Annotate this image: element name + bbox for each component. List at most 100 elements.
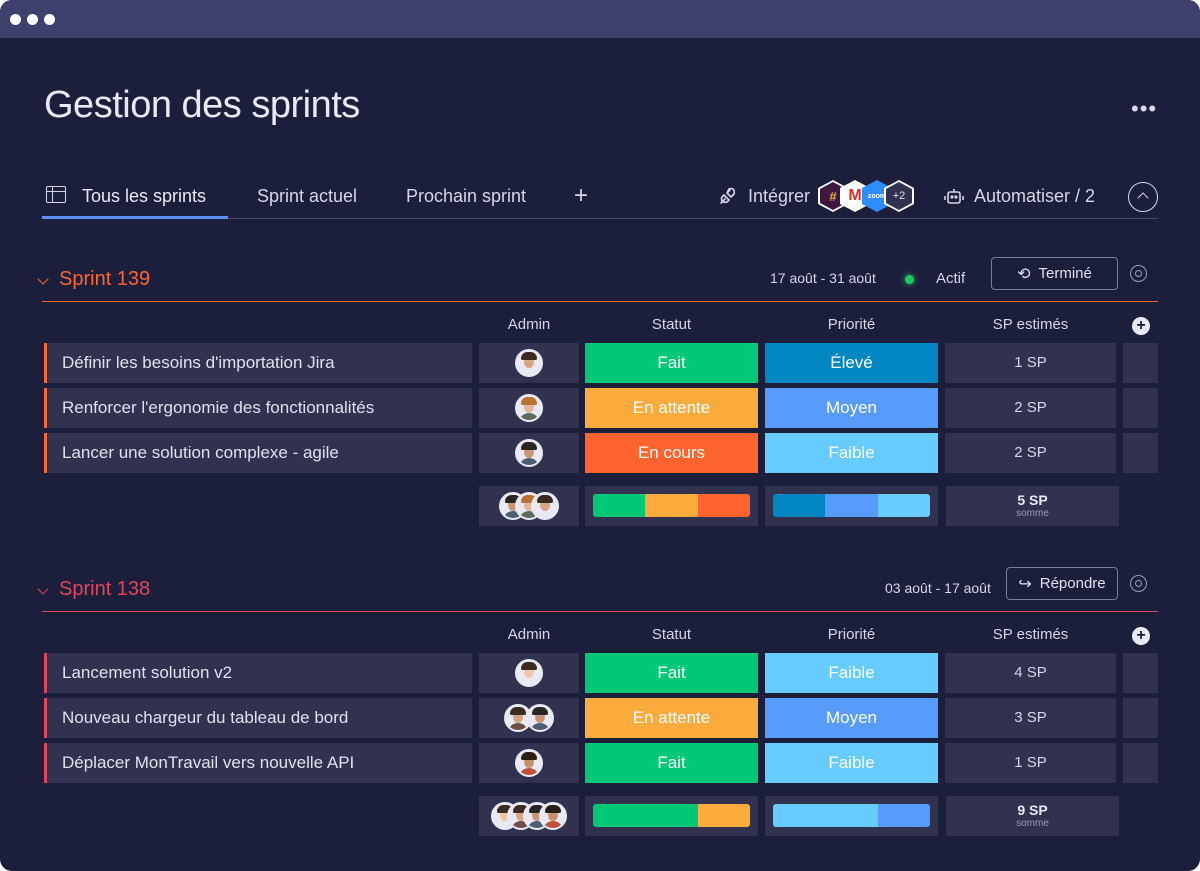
avatar-shirt <box>535 511 555 518</box>
active-tab-indicator <box>42 216 228 219</box>
avatar-hair <box>521 752 537 760</box>
avatar <box>515 659 543 687</box>
avatar-hair <box>521 397 537 405</box>
extra-cell[interactable] <box>1123 343 1158 383</box>
avatar <box>526 704 554 732</box>
item-name[interactable]: Lancer une solution complexe - agile <box>44 433 472 473</box>
gear-icon[interactable] <box>1130 265 1147 282</box>
window-dot-icon[interactable] <box>27 13 38 25</box>
avatar <box>515 749 543 777</box>
window-dot-icon[interactable] <box>44 13 55 25</box>
group-color-bar <box>44 343 47 383</box>
group-header: Sprint 138 03 août - 17 août ↪ Répondre <box>36 567 1158 616</box>
add-column-icon[interactable]: + <box>1132 627 1150 645</box>
sp-cell[interactable]: 3 SP <box>945 698 1116 738</box>
automate-button[interactable]: Automatiser / 2 <box>974 186 1095 207</box>
avatar-shirt <box>530 723 550 730</box>
sprint-action-label: Terminé <box>1038 265 1092 282</box>
status-cell[interactable]: En attente <box>585 388 758 428</box>
extra-cell[interactable] <box>1123 653 1158 693</box>
sprint-action-button[interactable]: ↪ Répondre <box>1006 567 1118 600</box>
priority-cell[interactable]: Moyen <box>765 698 938 738</box>
tab-current-sprint[interactable]: Sprint actuel <box>257 186 357 207</box>
admin-cell[interactable] <box>479 433 579 473</box>
admin-cell[interactable] <box>479 698 579 738</box>
more-options-icon[interactable]: ••• <box>1131 96 1157 122</box>
avatar-hair <box>521 352 537 360</box>
status-cell[interactable]: En cours <box>585 433 758 473</box>
add-view-icon[interactable]: + <box>574 182 588 210</box>
priority-cell[interactable]: Élevé <box>765 343 938 383</box>
gear-icon[interactable] <box>1130 575 1147 592</box>
status-cell[interactable]: Fait <box>585 343 758 383</box>
admin-cell[interactable] <box>479 343 579 383</box>
avatar-hair <box>521 662 537 670</box>
admin-cell[interactable] <box>479 653 579 693</box>
avatar-shirt <box>519 678 539 685</box>
sprint-action-label: Répondre <box>1039 575 1106 592</box>
bar-segment <box>593 494 646 517</box>
window-dot-icon[interactable] <box>10 13 21 25</box>
summary-admins <box>479 486 579 526</box>
item-name[interactable]: Lancement solution v2 <box>44 653 472 693</box>
add-column-icon[interactable]: + <box>1132 317 1150 335</box>
sp-cell[interactable]: 1 SP <box>945 343 1116 383</box>
integration-logos[interactable]: # M zoom +2 <box>818 180 914 212</box>
group-title[interactable]: Sprint 138 <box>59 578 150 601</box>
group-color-bar <box>44 698 47 738</box>
sp-cell[interactable]: 2 SP <box>945 388 1116 428</box>
sync-icon: ⟲ <box>1017 265 1031 283</box>
tab-all-sprints[interactable]: Tous les sprints <box>82 186 206 207</box>
integrate-button[interactable]: Intégrer <box>748 186 810 207</box>
item-name[interactable]: Déplacer MonTravail vers nouvelle API <box>44 743 472 783</box>
extra-cell[interactable] <box>1123 433 1158 473</box>
page-title: Gestion des sprints <box>44 84 360 126</box>
avatar-hair <box>532 707 548 715</box>
bar-segment <box>645 494 698 517</box>
avatar-hair <box>537 495 553 503</box>
summary-status-bar <box>593 804 750 827</box>
chevron-down-icon[interactable] <box>37 273 49 285</box>
extra-cell[interactable] <box>1123 698 1158 738</box>
sp-cell[interactable]: 2 SP <box>945 433 1116 473</box>
item-name[interactable]: Renforcer l'ergonomie des fonctionnalité… <box>44 388 472 428</box>
summary-priority-bar <box>773 804 930 827</box>
sprint-action-button[interactable]: ⟲ Terminé <box>991 257 1118 290</box>
extra-cell[interactable] <box>1123 388 1158 428</box>
avatar-shirt <box>519 768 539 775</box>
sp-cell[interactable]: 1 SP <box>945 743 1116 783</box>
priority-cell[interactable]: Faible <box>765 653 938 693</box>
item-name-text: Déplacer MonTravail vers nouvelle API <box>62 753 355 772</box>
more-integrations-badge: +2 <box>884 180 914 212</box>
item-name[interactable]: Définir les besoins d'importation Jira <box>44 343 472 383</box>
bar-segment <box>877 804 930 827</box>
status-cell[interactable]: Fait <box>585 743 758 783</box>
priority-cell[interactable]: Moyen <box>765 388 938 428</box>
column-priority: Priorité <box>827 626 876 643</box>
status-cell[interactable]: En attente <box>585 698 758 738</box>
tab-next-sprint[interactable]: Prochain sprint <box>406 186 526 207</box>
window-titlebar <box>0 0 1200 38</box>
sp-total: 5 SP <box>1017 492 1048 508</box>
collapse-header-button[interactable] <box>1128 182 1158 212</box>
group-title[interactable]: Sprint 139 <box>59 268 150 291</box>
admin-cell[interactable] <box>479 388 579 428</box>
item-name-text: Nouveau chargeur du tableau de bord <box>62 708 349 727</box>
summary-row: 9 SP somme <box>0 796 1200 836</box>
status-cell[interactable]: Fait <box>585 653 758 693</box>
table-row: Lancement solution v2 Fait Faible 4 SP <box>0 653 1200 693</box>
priority-cell[interactable]: Faible <box>765 743 938 783</box>
item-name[interactable]: Nouveau chargeur du tableau de bord <box>44 698 472 738</box>
summary-sp: 9 SP somme <box>946 796 1119 836</box>
summary-status-bar <box>593 494 750 517</box>
table-row: Définir les besoins d'importation Jira Fa… <box>0 343 1200 383</box>
group-color-bar <box>44 743 47 783</box>
priority-cell[interactable]: Faible <box>765 433 938 473</box>
app-window: Gestion des sprints ••• Tous les sprints… <box>0 0 1200 871</box>
view-tabs: Tous les sprints Sprint actuel Prochain … <box>42 176 1158 219</box>
admin-cell[interactable] <box>479 743 579 783</box>
extra-cell[interactable] <box>1123 743 1158 783</box>
avatar-shirt <box>519 413 539 420</box>
chevron-down-icon[interactable] <box>37 583 49 595</box>
sp-cell[interactable]: 4 SP <box>945 653 1116 693</box>
